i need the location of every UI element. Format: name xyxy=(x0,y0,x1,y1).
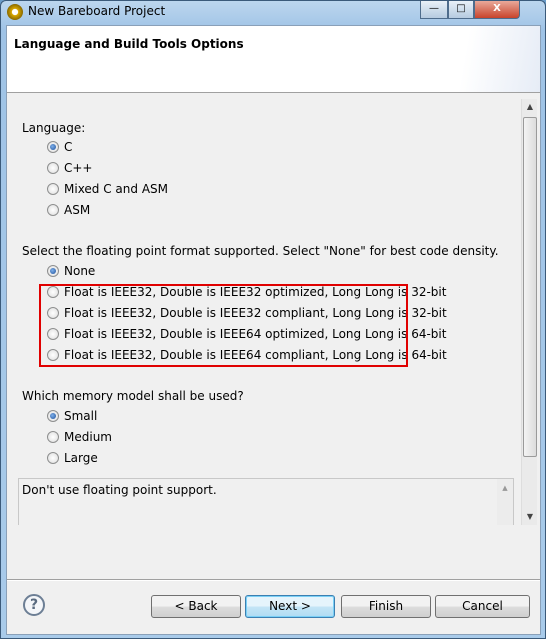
cancel-button[interactable]: Cancel xyxy=(435,595,530,618)
memory-label: Which memory model shall be used? xyxy=(22,389,244,403)
radio-float-none[interactable]: None xyxy=(47,263,95,279)
description-text: Don't use floating point support. xyxy=(22,483,217,497)
separator xyxy=(7,579,540,581)
window-title: New Bareboard Project xyxy=(28,4,166,18)
scroll-down-icon[interactable]: ▼ xyxy=(522,509,538,525)
radio-label: C xyxy=(64,140,73,154)
scroll-up-icon[interactable]: ▲ xyxy=(502,484,507,492)
radio-icon xyxy=(47,162,59,174)
minimize-button[interactable]: — xyxy=(420,1,448,19)
radio-language-asm[interactable]: ASM xyxy=(47,202,90,218)
radio-checked-icon xyxy=(47,265,59,277)
page-title: Language and Build Tools Options xyxy=(14,37,244,51)
radio-label: Medium xyxy=(64,430,112,444)
maximize-button[interactable]: □ xyxy=(448,1,474,19)
help-icon[interactable]: ? xyxy=(23,594,45,616)
radio-checked-icon xyxy=(47,141,59,153)
float-label: Select the floating point format support… xyxy=(22,244,499,258)
radio-label: Large xyxy=(64,451,98,465)
close-button[interactable]: X xyxy=(474,1,520,19)
radio-icon xyxy=(47,452,59,464)
wizard-header: Language and Build Tools Options xyxy=(7,26,540,93)
radio-icon xyxy=(47,204,59,216)
radio-checked-icon xyxy=(47,410,59,422)
radio-label: C++ xyxy=(64,161,93,175)
radio-label: Small xyxy=(64,409,98,423)
radio-memory-small[interactable]: Small xyxy=(47,408,97,424)
radio-icon xyxy=(47,183,59,195)
radio-language-c[interactable]: C xyxy=(47,139,72,155)
radio-label: Mixed C and ASM xyxy=(64,182,168,196)
language-label: Language: xyxy=(22,121,86,135)
radio-memory-medium[interactable]: Medium xyxy=(47,429,112,445)
radio-language-cpp[interactable]: C++ xyxy=(47,160,93,176)
radio-language-mixed[interactable]: Mixed C and ASM xyxy=(47,181,168,197)
radio-memory-large[interactable]: Large xyxy=(47,450,98,466)
highlight-box xyxy=(39,284,408,367)
radio-label: None xyxy=(64,264,96,278)
dialog-window: New Bareboard Project — □ X Language and… xyxy=(0,0,546,639)
scroll-up-icon[interactable]: ▲ xyxy=(522,99,538,115)
description-scrollbar[interactable]: ▲ xyxy=(497,479,513,525)
vertical-scrollbar[interactable]: ▲ ▼ xyxy=(521,99,537,525)
scroll-thumb[interactable] xyxy=(523,117,537,457)
back-button[interactable]: < Back xyxy=(151,595,241,618)
radio-label: ASM xyxy=(64,203,91,217)
next-button[interactable]: Next > xyxy=(245,595,335,618)
radio-icon xyxy=(47,431,59,443)
app-icon xyxy=(7,4,23,20)
finish-button[interactable]: Finish xyxy=(341,595,431,618)
dialog-client: Language and Build Tools Options Languag… xyxy=(6,25,541,635)
description-box: Don't use floating point support. ▲ xyxy=(18,478,514,525)
